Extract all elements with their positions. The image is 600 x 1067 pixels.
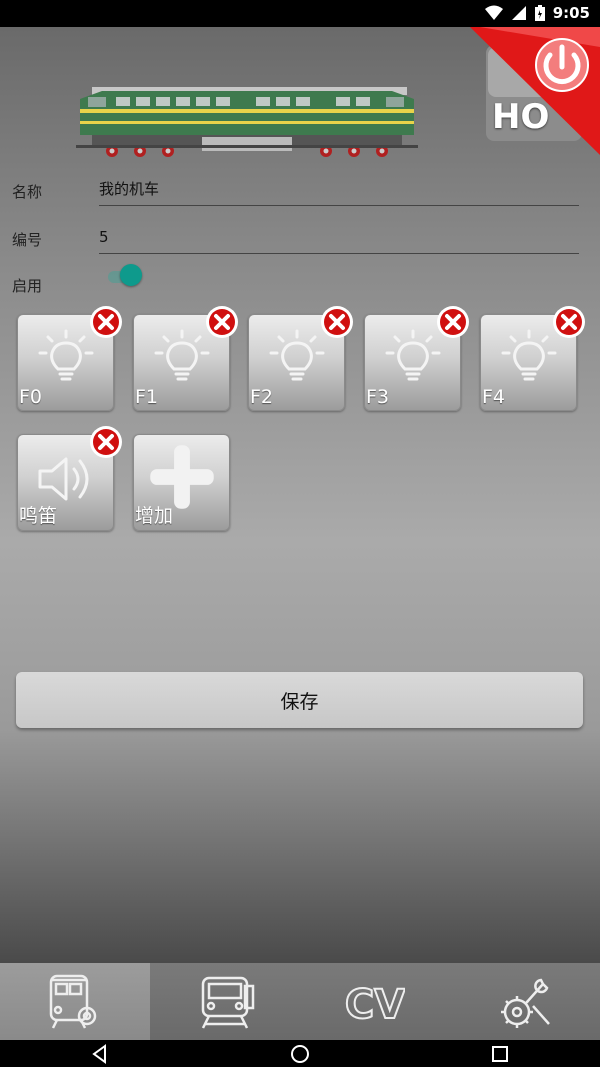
- battery-icon: [534, 5, 545, 21]
- bottom-tab-bar: CV: [0, 963, 600, 1040]
- tab-cv[interactable]: CV: [300, 963, 450, 1040]
- enable-row: 启用: [12, 267, 582, 307]
- back-icon[interactable]: [89, 1043, 111, 1065]
- system-nav-bar: [0, 1040, 600, 1067]
- lightbulb-icon: [269, 329, 325, 381]
- recents-icon[interactable]: [489, 1043, 511, 1065]
- train-settings-icon: [49, 974, 97, 1029]
- svg-text:CV: CV: [345, 982, 405, 1028]
- name-input[interactable]: 我的机车: [99, 173, 579, 206]
- tab-tools[interactable]: [450, 963, 600, 1040]
- tools-icon: [501, 978, 550, 1028]
- cv-icon: CV: [345, 981, 405, 1029]
- wifi-icon: [484, 5, 503, 20]
- train-icon: [201, 976, 255, 1029]
- locomotive-image: [76, 87, 418, 157]
- scale-label: HO: [492, 97, 550, 137]
- name-label: 名称: [12, 183, 43, 201]
- name-row: 名称 我的机车: [12, 173, 582, 213]
- delete-icon[interactable]: [436, 305, 470, 339]
- enable-label: 启用: [12, 277, 43, 295]
- function-label: F0: [19, 386, 43, 408]
- add-label: 增加: [135, 505, 174, 527]
- home-icon[interactable]: [289, 1043, 311, 1065]
- number-input[interactable]: 5: [99, 221, 579, 254]
- function-button-horn[interactable]: 鸣笛: [17, 426, 122, 531]
- function-label: F2: [250, 386, 274, 408]
- function-label: 鸣笛: [19, 505, 58, 527]
- function-label: F3: [366, 386, 390, 408]
- lightbulb-icon: [501, 329, 557, 381]
- delete-icon[interactable]: [320, 305, 354, 339]
- delete-icon[interactable]: [89, 305, 123, 339]
- loco-edit-screen: HO 名称 我的机车 编号 5 启用 F0 F1 F2 F3 F4 鸣笛 增加 …: [0, 27, 600, 963]
- add-function-button[interactable]: 增加: [133, 434, 230, 531]
- lightbulb-icon: [385, 329, 441, 381]
- delete-icon[interactable]: [89, 425, 123, 459]
- function-label: F1: [135, 386, 159, 408]
- function-button-f1[interactable]: F1: [133, 306, 238, 411]
- clock: 9:05: [552, 4, 590, 22]
- lightbulb-icon: [38, 329, 94, 381]
- number-row: 编号 5: [12, 221, 582, 261]
- number-label: 编号: [12, 231, 43, 249]
- function-button-f0[interactable]: F0: [17, 306, 122, 411]
- speaker-icon: [38, 457, 89, 501]
- lightbulb-icon: [154, 329, 210, 381]
- tab-locomotive-settings[interactable]: [0, 963, 150, 1040]
- power-badge[interactable]: HO: [470, 27, 600, 157]
- function-button-f4[interactable]: F4: [480, 306, 585, 411]
- function-button-f3[interactable]: F3: [364, 306, 469, 411]
- signal-icon: [511, 6, 526, 20]
- save-button[interactable]: 保存: [16, 672, 583, 728]
- function-button-f2[interactable]: F2: [248, 306, 353, 411]
- tab-train[interactable]: [150, 963, 300, 1040]
- status-bar: 9:05: [0, 0, 600, 27]
- delete-icon[interactable]: [552, 305, 586, 339]
- function-label: F4: [482, 386, 506, 408]
- enable-toggle[interactable]: [106, 262, 146, 288]
- delete-icon[interactable]: [205, 305, 239, 339]
